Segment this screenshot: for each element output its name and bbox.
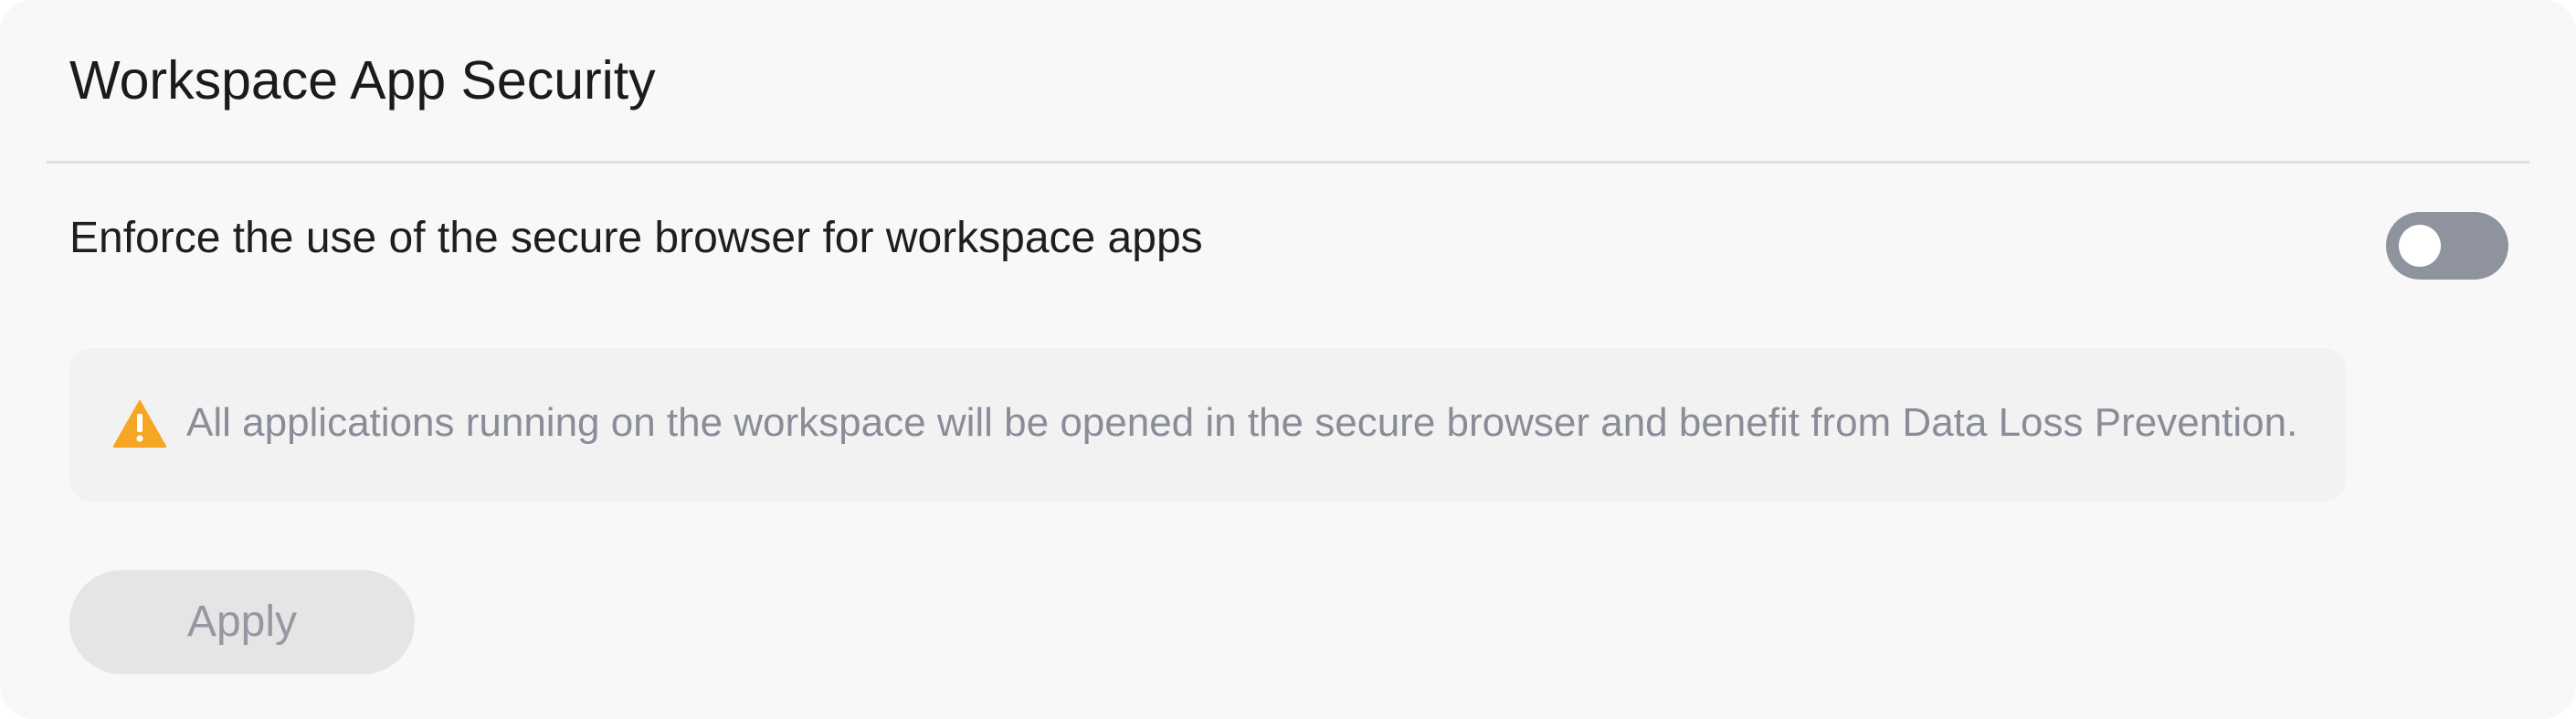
secure-browser-setting-label: Enforce the use of the secure browser fo…: [69, 214, 1203, 262]
secure-browser-toggle[interactable]: [2386, 212, 2508, 280]
toggle-knob: [2399, 225, 2441, 267]
info-notice: All applications running on the workspac…: [69, 348, 2346, 502]
info-notice-text: All applications running on the workspac…: [186, 400, 2298, 445]
warning-icon: [112, 399, 167, 448]
apply-button[interactable]: Apply: [69, 570, 415, 674]
section-title: Workspace App Security: [69, 50, 656, 111]
divider: [47, 161, 2529, 164]
workspace-app-security-card: Workspace App Security Enforce the use o…: [0, 0, 2576, 719]
